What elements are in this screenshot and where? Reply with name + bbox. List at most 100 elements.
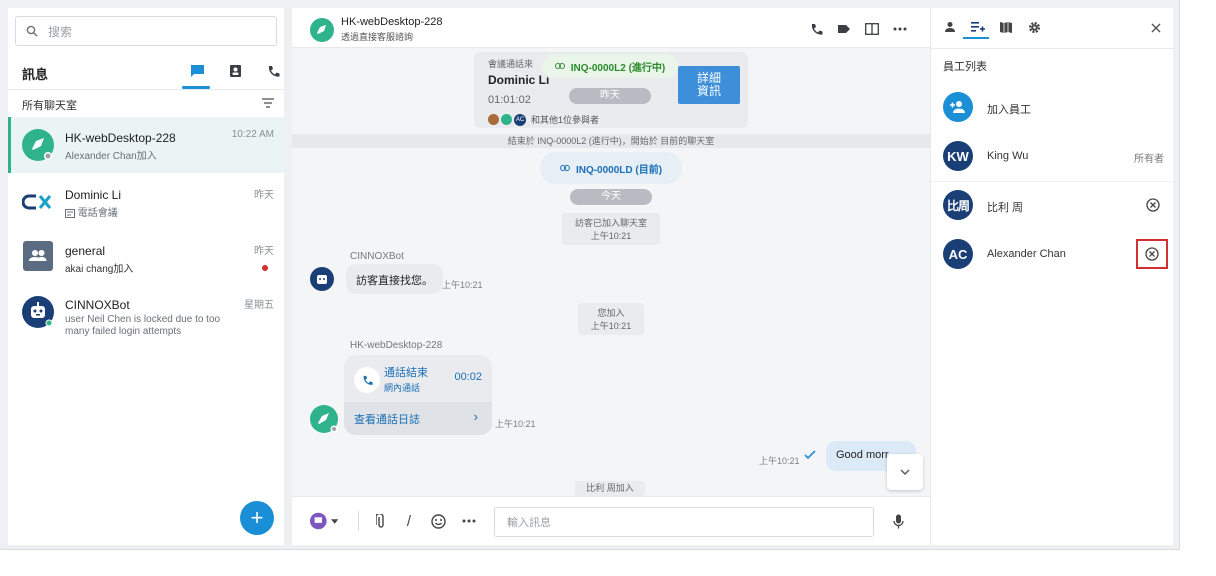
close-panel-button[interactable] xyxy=(1151,20,1161,38)
new-chat-button[interactable]: + xyxy=(240,501,274,535)
remove-circle-icon xyxy=(1145,247,1159,261)
divider xyxy=(358,511,359,531)
link-icon xyxy=(559,165,570,171)
conversation-time: 星期五 xyxy=(244,300,274,311)
conversation-time: 10:22 AM xyxy=(231,129,274,140)
sender-name: CINNOXBot xyxy=(350,251,404,262)
call-duration: 00:02 xyxy=(454,371,482,383)
inquiry-link[interactable]: INQ-0000L2 (進行中) xyxy=(542,54,678,78)
conversation-item[interactable]: general akai chang加入 昨天 xyxy=(8,230,284,286)
conversation-preview: 電話會議 xyxy=(77,208,118,219)
system-note-text: 訪客已加入聊天室 xyxy=(574,218,647,228)
divider xyxy=(931,48,1174,49)
group-icon xyxy=(29,250,47,261)
tab-calls[interactable] xyxy=(262,60,284,82)
message-text: Good morr xyxy=(836,449,889,461)
sender-avatar xyxy=(310,405,338,433)
conversation-name: HK-webDesktop-228 xyxy=(65,131,176,145)
date-pill: 今天 xyxy=(570,189,652,205)
card-name: Dominic Li xyxy=(488,73,550,87)
system-note: 您加入 上午10:21 xyxy=(578,303,644,335)
remove-staff-button[interactable] xyxy=(1136,239,1168,269)
tab-contacts[interactable] xyxy=(224,60,246,82)
app-window: 搜索 訊息 所有聊天室 HK-webDesktop-228 Alexander … xyxy=(0,0,1180,550)
split-view-icon xyxy=(865,23,879,35)
bot-icon xyxy=(31,302,53,327)
conversation-sidebar: 搜索 訊息 所有聊天室 HK-webDesktop-228 Alexander … xyxy=(8,8,284,545)
unread-dot xyxy=(262,265,268,271)
add-staff-button[interactable]: 加入員工 xyxy=(931,84,1174,132)
contacts-icon xyxy=(229,65,241,77)
close-icon xyxy=(1151,23,1161,33)
staff-role: 所有者 xyxy=(1134,154,1164,165)
details-button[interactable]: 詳細資訊 xyxy=(678,66,740,104)
chevron-down-icon xyxy=(900,469,910,475)
conversation-item[interactable]: HK-webDesktop-228 Alexander Chan加入 10:22… xyxy=(8,117,284,173)
conversation-time: 昨天 xyxy=(254,190,274,201)
participant-avatar: AC xyxy=(514,113,526,126)
call-log-link[interactable]: 查看通話日誌 › xyxy=(344,402,492,435)
message-input[interactable]: 輸入訊息 xyxy=(494,507,874,537)
message-time: 上午10:21 xyxy=(442,280,483,290)
system-note: 結束於 INQ-0000L2 (進行中)，開始於 目前的聊天室 xyxy=(292,134,930,148)
info-panel: 員工列表 加入員工 KW King Wu 所有者 比周 比利 周 AC Alex… xyxy=(930,8,1174,545)
staff-avatar: KW xyxy=(943,141,973,171)
current-inquiry-link[interactable]: INQ-0000LD (目前) xyxy=(540,152,682,184)
caret-down-icon xyxy=(330,518,338,524)
slash-command-button[interactable]: / xyxy=(400,512,418,530)
conversation-name: general xyxy=(65,244,106,258)
plus-icon: + xyxy=(250,505,264,530)
chevron-right-icon: › xyxy=(473,409,478,424)
call-log-label: 查看通話日誌 xyxy=(354,414,420,426)
more-icon xyxy=(462,519,476,523)
check-icon xyxy=(804,450,816,460)
map-icon xyxy=(1000,22,1012,33)
scroll-down-button[interactable] xyxy=(887,454,923,490)
call-type: 網內通話 xyxy=(384,383,421,393)
attach-button[interactable] xyxy=(372,512,390,530)
card-label: 會議通話來 xyxy=(488,59,534,69)
channel-selector[interactable] xyxy=(310,512,338,530)
panel-toggle-button[interactable] xyxy=(864,21,880,37)
remove-circle-icon xyxy=(1146,198,1160,212)
search-icon xyxy=(26,25,38,37)
tab-profile[interactable] xyxy=(941,18,959,36)
smiley-icon xyxy=(430,513,446,529)
phone-icon xyxy=(811,23,822,35)
participants-row: AC 和其他1位參與者 xyxy=(488,113,599,126)
tab-staff-list[interactable] xyxy=(969,18,987,36)
cx-logo-icon xyxy=(21,194,52,210)
more-icon xyxy=(893,27,907,31)
message-time: 上午10:21 xyxy=(759,456,800,466)
conversation-item[interactable]: Dominic Li 電話會議 昨天 xyxy=(8,174,284,230)
phone-icon xyxy=(268,65,279,77)
chat-header: HK-webDesktop-228 透過直接客服諮詢 xyxy=(292,8,930,48)
staff-item: 比周 比利 周 xyxy=(931,182,1174,230)
tag-button[interactable] xyxy=(836,21,852,37)
voice-button[interactable] xyxy=(889,512,907,530)
message-time: 上午10:21 xyxy=(495,419,536,429)
more-button[interactable] xyxy=(892,21,908,37)
rocket-icon xyxy=(317,25,326,34)
more-button[interactable] xyxy=(460,512,478,530)
message-bubble: 訪客直接找您。 xyxy=(346,264,443,294)
filter-icon[interactable] xyxy=(262,98,274,108)
call-button[interactable] xyxy=(808,21,824,37)
gear-icon xyxy=(1028,21,1040,33)
tab-map[interactable] xyxy=(997,18,1015,36)
call-icon-circle xyxy=(354,367,380,393)
conversation-preview: akai chang加入 xyxy=(65,264,134,275)
chatroom-filter-label: 所有聊天室 xyxy=(22,100,77,112)
conversation-item[interactable]: CINNOXBot user Neil Chen is locked due t… xyxy=(8,284,284,346)
staff-name: 比利 周 xyxy=(987,202,1024,214)
microphone-icon xyxy=(892,514,904,528)
emoji-button[interactable] xyxy=(429,512,447,530)
tab-messages[interactable] xyxy=(186,60,208,82)
chat-subtitle: 透過直接客服諮詢 xyxy=(341,32,414,42)
staff-name: King Wu xyxy=(987,150,1029,162)
system-note: 比利 周加入 xyxy=(575,481,645,496)
remove-staff-button[interactable] xyxy=(1144,196,1162,214)
conversation-preview: Alexander Chan加入 xyxy=(65,151,157,162)
tab-settings[interactable] xyxy=(1025,18,1043,36)
search-input[interactable]: 搜索 xyxy=(15,16,277,46)
